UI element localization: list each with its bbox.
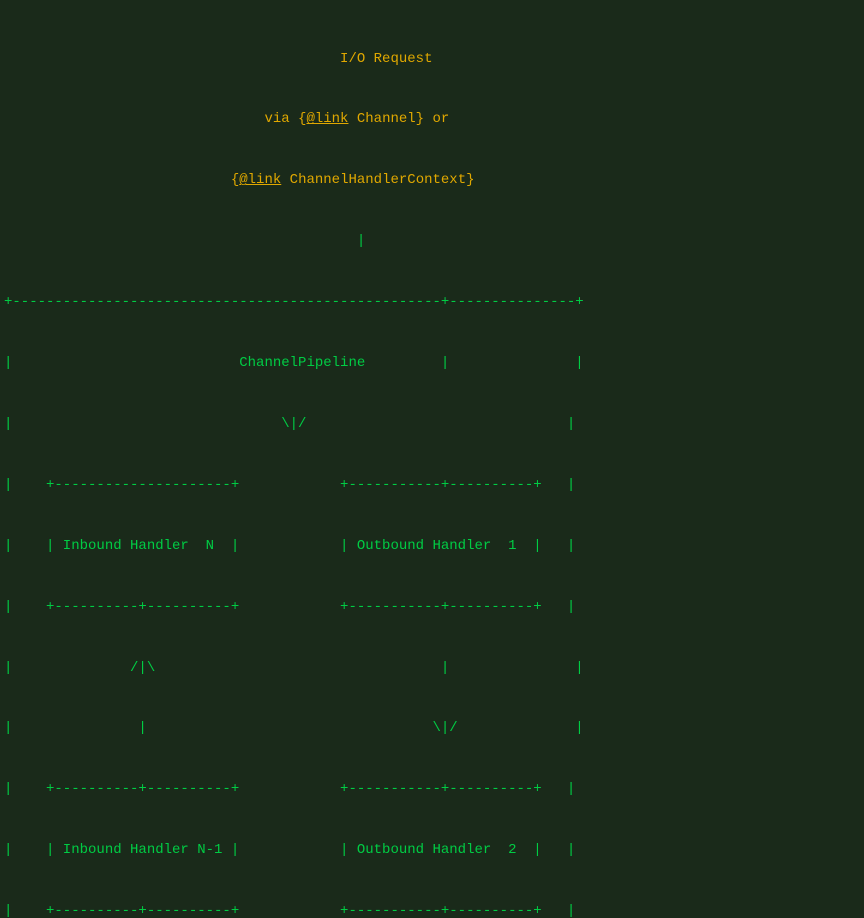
line-arrow-up-n: | /|\ | | xyxy=(4,658,860,678)
via-text: via {@link Channel} or xyxy=(4,111,449,127)
line-arrow-down-1: | xyxy=(4,231,860,251)
line-io-request: I/O Request xyxy=(4,49,860,69)
io-request-text: I/O Request xyxy=(4,51,432,67)
line-handler-inbound-n: | | Inbound Handler N | | Outbound Handl… xyxy=(4,536,860,556)
line-box-bottom-n1: | +----------+----------+ +-----------+-… xyxy=(4,901,860,918)
line-arrow-down-out1: | | \|/ | xyxy=(4,718,860,738)
link-channel[interactable]: @link xyxy=(306,111,348,127)
line-context: {@link ChannelHandlerContext} xyxy=(4,170,860,190)
link-channelhandlercontext[interactable]: @link xyxy=(239,172,281,188)
diagram-container: I/O Request via {@link Channel} or {@lin… xyxy=(0,0,864,918)
line-handler-inbound-n1: | | Inbound Handler N-1 | | Outbound Han… xyxy=(4,840,860,860)
line-via: via {@link Channel} or xyxy=(4,109,860,129)
line-arrow-inbound-1: | \|/ | xyxy=(4,414,860,434)
line-border-top: +---------------------------------------… xyxy=(4,292,860,312)
line-box-top-n1: | +----------+----------+ +-----------+-… xyxy=(4,779,860,799)
line-box-bottom-n: | +----------+----------+ +-----------+-… xyxy=(4,597,860,617)
line-pipeline-label: | ChannelPipeline | | xyxy=(4,353,860,373)
context-text: {@link ChannelHandlerContext} xyxy=(4,172,475,188)
line-box-top-n: | +---------------------+ +-----------+-… xyxy=(4,475,860,495)
